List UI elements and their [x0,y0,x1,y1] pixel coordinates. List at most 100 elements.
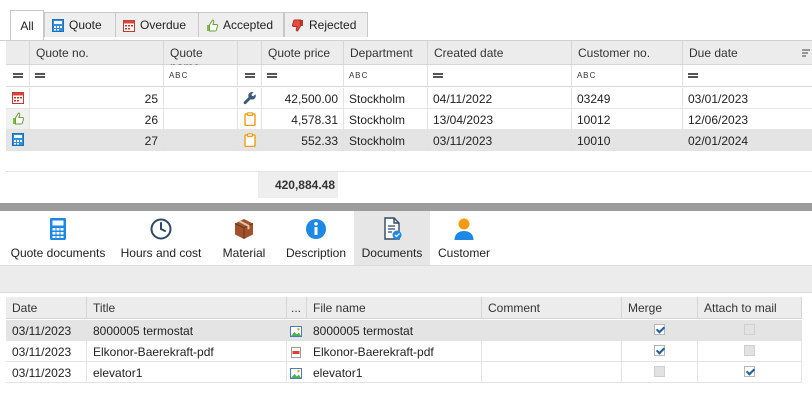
calendar-icon [123,19,135,32]
attach-to-mail-checkbox[interactable] [744,324,755,335]
merge-checkbox[interactable] [654,324,665,335]
cell-quote-price[interactable]: 42,500.00 [262,88,344,109]
tool-description[interactable]: Description [280,211,352,265]
tab-all[interactable]: All [10,10,44,40]
cell-date[interactable]: 03/11/2023 [6,320,87,341]
column-header-quote-price[interactable]: Quote price [262,41,344,65]
filter-due-date[interactable] [683,65,812,87]
column-header-attach-to-mail[interactable]: Attach to mail [698,297,802,319]
cell-date[interactable]: 03/11/2023 [6,341,87,362]
cell-comment[interactable] [482,341,622,362]
documents-toolbar-strip [0,265,812,293]
column-header-due-date[interactable]: Due date [683,41,812,65]
column-header-file-type[interactable]: ... [287,297,307,319]
cell-created-date[interactable]: 04/11/2022 [428,88,572,109]
tab-overdue[interactable]: Overdue [115,12,199,37]
text-filter-icon: A B C [169,71,187,80]
cell-file-name[interactable]: Elkonor-Baerekraft-pdf [287,341,482,362]
tab-rejected[interactable]: Rejected [284,12,368,37]
tool-material[interactable]: Material [212,211,276,265]
cell-date[interactable]: 03/11/2023 [6,362,87,383]
column-header-file-name[interactable]: File name [307,297,482,319]
thumbs-down-icon [292,19,303,32]
indicator-header [6,41,30,65]
column-header-title[interactable]: Title [87,297,287,319]
column-chooser-icon[interactable] [802,49,810,57]
cell-quote-name[interactable] [164,130,238,151]
cell-department[interactable]: Stockholm [344,88,428,109]
pdf-icon [291,347,301,359]
column-header-date[interactable]: Date [6,297,87,319]
tab-accepted[interactable]: Accepted [198,12,284,37]
thumbs-up-icon [12,112,24,125]
column-header-merge[interactable]: Merge [622,297,698,319]
cell-created-date[interactable]: 03/11/2023 [428,130,572,151]
column-header-quote-name[interactable]: Quote name [164,41,238,74]
cell-title[interactable]: elevator1 [87,362,287,383]
text-filter-icon: A B C [577,71,595,80]
clock-icon [150,218,172,240]
cell-customer-no[interactable]: 10010 [572,130,683,151]
calendar-icon [11,92,24,104]
filter-created-date[interactable] [428,65,572,87]
filter-quote-name[interactable]: A B C [164,65,238,87]
cell-quote-name[interactable] [164,88,238,109]
quotes-grid: Quote no. Quote name Quote price Departm… [6,41,812,203]
attach-to-mail-checkbox[interactable] [744,366,755,377]
cell-quote-price[interactable]: 4,578.31 [262,109,344,130]
detail-tool-panel: Quote documents Hours and cost Material … [0,211,812,265]
text-filter-icon: A B C [349,71,367,80]
attach-to-mail-checkbox[interactable] [744,345,755,356]
cell-quote-no[interactable]: 26 [30,109,164,130]
merge-checkbox[interactable] [654,366,665,377]
cell-quote-price[interactable]: 552.33 [262,130,344,151]
cell-quote-no[interactable]: 27 [30,130,164,151]
documents-icon [384,217,402,240]
column-header-comment[interactable]: Comment [482,297,622,319]
equals-icon [267,72,277,78]
cell-due-date[interactable]: 12/06/2023 [683,109,812,130]
clipboard-icon [243,112,256,127]
cell-created-date[interactable]: 13/04/2023 [428,109,572,130]
cell-file-name[interactable]: elevator1 [287,362,482,383]
cell-title[interactable]: 8000005 termostat [87,320,287,341]
status-tab-bar: All Quote Overdue Accepted Rejected [0,0,812,41]
cell-department[interactable]: Stockholm [344,109,428,130]
tool-customer[interactable]: Customer [432,211,496,265]
filter-department[interactable]: A B C [344,65,428,87]
column-header-quote-no[interactable]: Quote no. [30,41,164,65]
filter-quote-no[interactable] [30,65,164,87]
cell-customer-no[interactable]: 10012 [572,109,683,130]
calculator-icon [52,18,64,32]
tool-hours-and-cost[interactable]: Hours and cost [114,211,208,265]
cell-file-name[interactable]: 8000005 termostat [287,320,482,341]
tool-quote-documents[interactable]: Quote documents [4,211,112,265]
calculator-icon [11,133,24,146]
merge-checkbox[interactable] [654,345,665,356]
panel-splitter[interactable] [0,203,812,211]
cell-due-date[interactable]: 02/01/2024 [683,130,812,151]
column-header-department[interactable]: Department [344,41,428,65]
image-icon [290,326,302,338]
cell-quote-name[interactable] [164,109,238,130]
calculator-icon [50,218,66,240]
equals-icon [433,72,443,78]
image-icon [290,368,302,380]
filter-type[interactable] [238,65,262,87]
documents-grid: Date Title ... File name Comment Merge A… [6,297,812,417]
filter-quote-price[interactable] [262,65,344,87]
cell-quote-no[interactable]: 25 [30,88,164,109]
column-header-customer-no[interactable]: Customer no. [572,41,683,65]
cell-due-date[interactable]: 03/01/2023 [683,88,812,109]
cell-customer-no[interactable]: 03249 [572,88,683,109]
tool-documents[interactable]: Documents [354,211,430,265]
tab-quote[interactable]: Quote [44,12,116,37]
filter-customer-no[interactable]: A B C [572,65,683,87]
cell-comment[interactable] [482,320,622,341]
cell-comment[interactable] [482,362,622,383]
cell-department[interactable]: Stockholm [344,130,428,151]
column-header-created-date[interactable]: Created date [428,41,572,65]
filter-row-indicator [6,65,30,87]
cell-title[interactable]: Elkonor-Baerekraft-pdf [87,341,287,362]
clipboard-icon [243,133,256,148]
